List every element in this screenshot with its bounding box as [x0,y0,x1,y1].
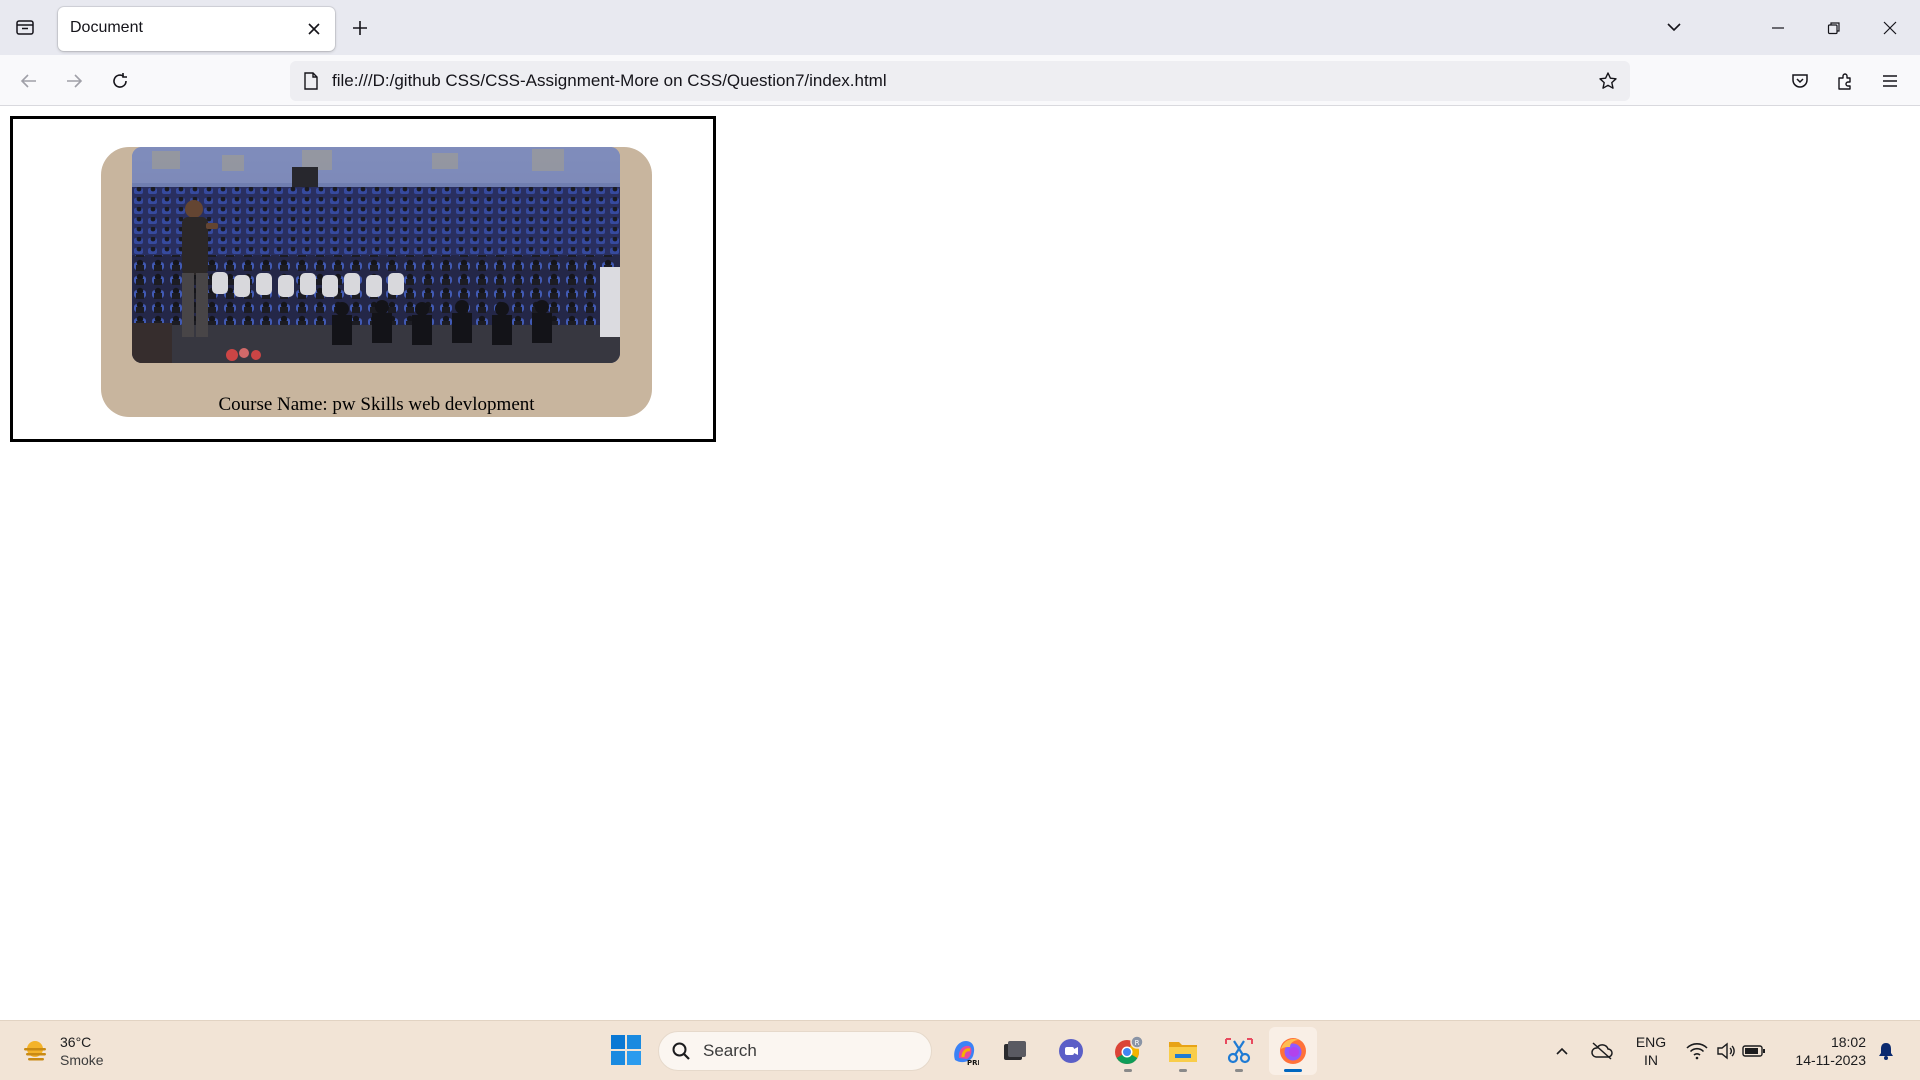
restore-button[interactable] [1806,0,1862,55]
clock-date: 14-11-2023 [1795,1052,1866,1068]
chevron-down-icon [1667,23,1681,32]
taskbar-teams[interactable] [1047,1027,1095,1075]
bookmark-button[interactable] [1594,67,1622,95]
tab-title: Document [70,19,143,36]
bell-icon [1879,1043,1893,1060]
document-icon [304,72,318,90]
teams-chat-icon [1059,1039,1083,1063]
task-view-icon [1004,1041,1026,1060]
network-status[interactable] [1681,1035,1713,1067]
search-icon [672,1042,690,1060]
svg-text:R: R [1135,1039,1140,1047]
notifications-button[interactable] [1870,1035,1902,1067]
tab-strip: Document [0,0,1920,55]
weather-widget[interactable]: 36°C Smoke [20,1031,104,1071]
active-indicator [1284,1069,1302,1072]
forward-button[interactable] [57,64,91,98]
extensions-button[interactable] [1828,64,1862,98]
taskbar-firefox[interactable] [1269,1027,1317,1075]
restore-icon [1827,21,1840,34]
weather-temperature: 36°C [60,1034,92,1050]
course-image [132,147,620,363]
snipping-tool-icon [1225,1038,1253,1064]
pocket-icon [1792,74,1808,88]
system-clock[interactable]: 18:02 14-11-2023 [1782,1033,1866,1069]
plus-icon [353,21,367,35]
course-card: Course Name: pw Skills web devlopment [101,147,652,417]
hamburger-menu-icon [1883,75,1897,87]
new-tab-button[interactable] [345,13,375,43]
back-button[interactable] [12,64,46,98]
course-caption: Course Name: pw Skills web devlopment [218,394,535,415]
running-indicator [1179,1069,1187,1072]
cloud-offline-icon [1591,1042,1613,1060]
arrow-right-icon [67,74,83,88]
minimize-icon [1772,26,1784,29]
taskbar-task-view[interactable] [991,1027,1039,1075]
auditorium-photo [132,147,620,363]
input-language[interactable]: ENG IN [1634,1033,1668,1069]
taskbar-file-explorer[interactable] [1159,1027,1207,1075]
show-hidden-icons-button[interactable] [1546,1035,1578,1067]
tab-list-icon [16,20,34,35]
onedrive-status[interactable] [1586,1035,1618,1067]
search-label: Search [703,1041,757,1060]
tab-close-button[interactable] [301,16,327,42]
firefox-icon [1280,1038,1306,1064]
arrow-left-icon [20,74,36,88]
tab-overflow-button[interactable] [1659,12,1689,42]
weather-condition: Smoke [60,1052,104,1068]
list-all-tabs-button[interactable] [10,12,40,42]
puzzle-icon [1838,73,1851,90]
reload-icon [113,73,127,88]
menu-button[interactable] [1873,64,1907,98]
speaker-icon [1717,1042,1735,1060]
svg-text:PRE: PRE [967,1059,979,1066]
close-window-button[interactable] [1862,0,1918,55]
url-text[interactable]: file:///D:/github CSS/CSS-Assignment-Mor… [332,71,887,91]
taskbar-search[interactable]: Search [658,1031,932,1071]
region-code: IN [1644,1052,1658,1068]
running-indicator [1124,1069,1132,1072]
close-icon [1883,21,1897,34]
reload-button[interactable] [103,64,137,98]
address-bar[interactable]: file:///D:/github CSS/CSS-Assignment-Mor… [290,61,1630,101]
page-viewport: Course Name: pw Skills web devlopment [0,107,1920,1020]
battery-status[interactable] [1738,1035,1770,1067]
clock-time: 18:02 [1830,1034,1866,1050]
taskbar-snipping-tool[interactable] [1215,1027,1263,1075]
file-explorer-icon [1169,1042,1197,1062]
wifi-icon [1686,1043,1708,1060]
page-icon[interactable] [298,68,324,94]
navigation-toolbar: file:///D:/github CSS/CSS-Assignment-Mor… [0,55,1920,106]
battery-icon [1742,1045,1765,1057]
active-tab[interactable]: Document [58,7,335,51]
haze-sun-icon [24,1041,46,1061]
star-icon [1599,72,1617,89]
pocket-button[interactable] [1783,64,1817,98]
copilot-icon: PRE [954,1041,979,1066]
taskbar-chrome[interactable]: R [1104,1027,1152,1075]
windows-logo-icon [611,1035,641,1065]
minimize-button[interactable] [1750,0,1806,55]
taskbar-copilot[interactable]: PRE [940,1027,988,1075]
chevron-up-icon [1556,1047,1568,1055]
language-code: ENG [1635,1034,1667,1050]
close-icon [308,23,320,35]
chrome-icon: R [1115,1035,1144,1065]
running-indicator [1235,1069,1243,1072]
start-button[interactable] [610,1034,642,1066]
outer-container: Course Name: pw Skills web devlopment [10,116,716,442]
taskbar: 36°C Smoke Search PRE [0,1020,1920,1080]
